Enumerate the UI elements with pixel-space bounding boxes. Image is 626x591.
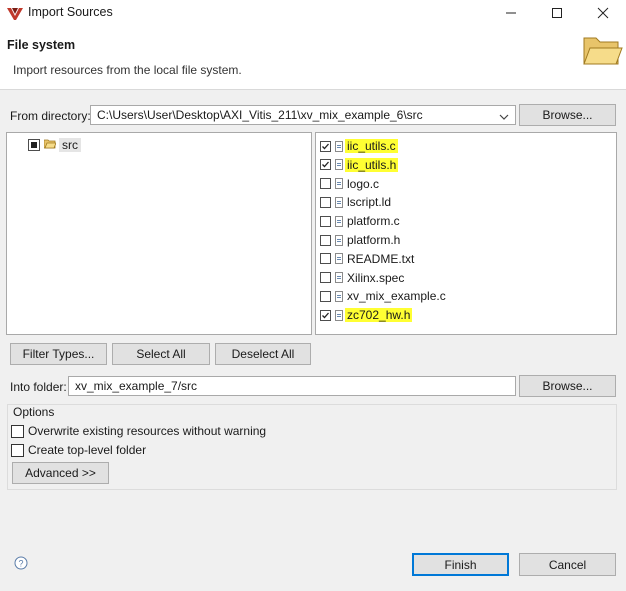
file-checkbox[interactable] <box>320 196 331 208</box>
create-top-level-label: Create top-level folder <box>28 443 147 457</box>
file-checkbox[interactable] <box>320 140 331 152</box>
file-icon <box>335 253 343 265</box>
file-name: platform.c <box>347 214 400 229</box>
from-directory-combo[interactable]: C:\Users\User\Desktop\AXI_Vitis_211\xv_m… <box>90 105 516 125</box>
cancel-button[interactable]: Cancel <box>519 553 616 576</box>
overwrite-checkbox[interactable] <box>11 424 24 438</box>
deselect-all-button[interactable]: Deselect All <box>215 343 311 365</box>
options-group-label: Options <box>11 405 57 419</box>
file-icon <box>335 272 343 284</box>
folder-icon <box>43 138 57 152</box>
maximize-icon <box>552 8 562 18</box>
list-item[interactable]: zc702_hw.h <box>320 306 413 324</box>
list-item[interactable]: platform.h <box>320 231 402 249</box>
into-folder-value: xv_mix_example_7/src <box>75 379 198 393</box>
browse-folder-button[interactable]: Browse... <box>519 375 616 397</box>
file-icon <box>335 196 343 208</box>
page-description: Import resources from the local file sys… <box>13 63 242 77</box>
overwrite-option[interactable]: Overwrite existing resources without war… <box>11 424 266 438</box>
list-item[interactable]: iic_utils.c <box>320 137 398 155</box>
list-item[interactable]: README.txt <box>320 250 416 268</box>
file-icon <box>335 234 343 246</box>
folder-tree[interactable] <box>6 132 312 335</box>
tree-checkbox-src[interactable] <box>28 139 40 151</box>
create-top-level-checkbox[interactable] <box>11 443 24 457</box>
dialog-header <box>0 26 626 89</box>
file-checkbox[interactable] <box>320 159 331 171</box>
app-logo-icon <box>7 6 23 20</box>
file-name: platform.h <box>347 233 401 247</box>
file-icon <box>335 159 343 171</box>
list-item[interactable]: logo.c <box>320 175 381 193</box>
file-checkbox[interactable] <box>320 178 331 190</box>
minimize-icon <box>506 12 516 14</box>
list-item[interactable]: lscript.ld <box>320 193 393 211</box>
into-folder-field[interactable]: xv_mix_example_7/src <box>68 376 516 396</box>
list-item[interactable]: xv_mix_example.c <box>320 287 448 305</box>
file-icon <box>335 178 343 190</box>
file-name: xv_mix_example.c <box>347 289 446 304</box>
file-checkbox[interactable] <box>320 309 331 321</box>
file-checkbox[interactable] <box>320 272 331 284</box>
chevron-down-icon[interactable] <box>499 110 509 124</box>
file-list[interactable]: iic_utils.c iic_utils.h logo.c lscript.ld pl… <box>315 132 617 335</box>
list-item[interactable]: iic_utils.h <box>320 156 399 174</box>
list-item[interactable]: Xilinx.spec <box>320 269 406 287</box>
tree-item-label: src <box>59 138 81 152</box>
list-item[interactable]: platform.c <box>320 212 402 230</box>
file-icon <box>335 309 343 321</box>
file-icon <box>335 290 343 302</box>
page-title: File system <box>7 38 76 52</box>
file-checkbox[interactable] <box>320 290 331 302</box>
file-checkbox[interactable] <box>320 215 331 227</box>
file-name: Xilinx.spec <box>347 270 405 285</box>
overwrite-label: Overwrite existing resources without war… <box>28 424 267 438</box>
file-checkbox[interactable] <box>320 234 331 246</box>
from-directory-value: C:\Users\User\Desktop\AXI_Vitis_211\xv_m… <box>97 108 423 122</box>
file-icon <box>335 140 343 152</box>
file-name: zc702_hw.h <box>345 308 413 323</box>
file-name: README.txt <box>347 251 415 266</box>
file-icon <box>335 215 343 227</box>
into-folder-label: Into folder: <box>10 380 67 394</box>
folder-open-icon <box>580 30 624 70</box>
file-name: lscript.ld <box>347 195 392 210</box>
maximize-button[interactable] <box>534 0 580 26</box>
create-top-level-option[interactable]: Create top-level folder <box>11 443 146 457</box>
svg-text:?: ? <box>18 559 23 569</box>
from-directory-label: From directory: <box>10 109 91 123</box>
file-checkbox[interactable] <box>320 253 331 265</box>
window-title: Import Sources <box>28 5 113 19</box>
close-icon <box>597 7 609 19</box>
advanced-button[interactable]: Advanced >> <box>12 462 109 484</box>
file-name: logo.c <box>347 176 380 191</box>
minimize-button[interactable] <box>488 0 534 26</box>
browse-directory-button[interactable]: Browse... <box>519 104 616 126</box>
filter-types-button[interactable]: Filter Types... <box>10 343 107 365</box>
select-all-button[interactable]: Select All <box>112 343 210 365</box>
finish-button[interactable]: Finish <box>412 553 509 576</box>
tree-item-src[interactable]: src <box>28 138 81 152</box>
file-name: iic_utils.h <box>345 157 399 172</box>
close-button[interactable] <box>580 0 626 26</box>
help-icon[interactable]: ? <box>14 556 28 573</box>
file-name: iic_utils.c <box>345 139 398 153</box>
